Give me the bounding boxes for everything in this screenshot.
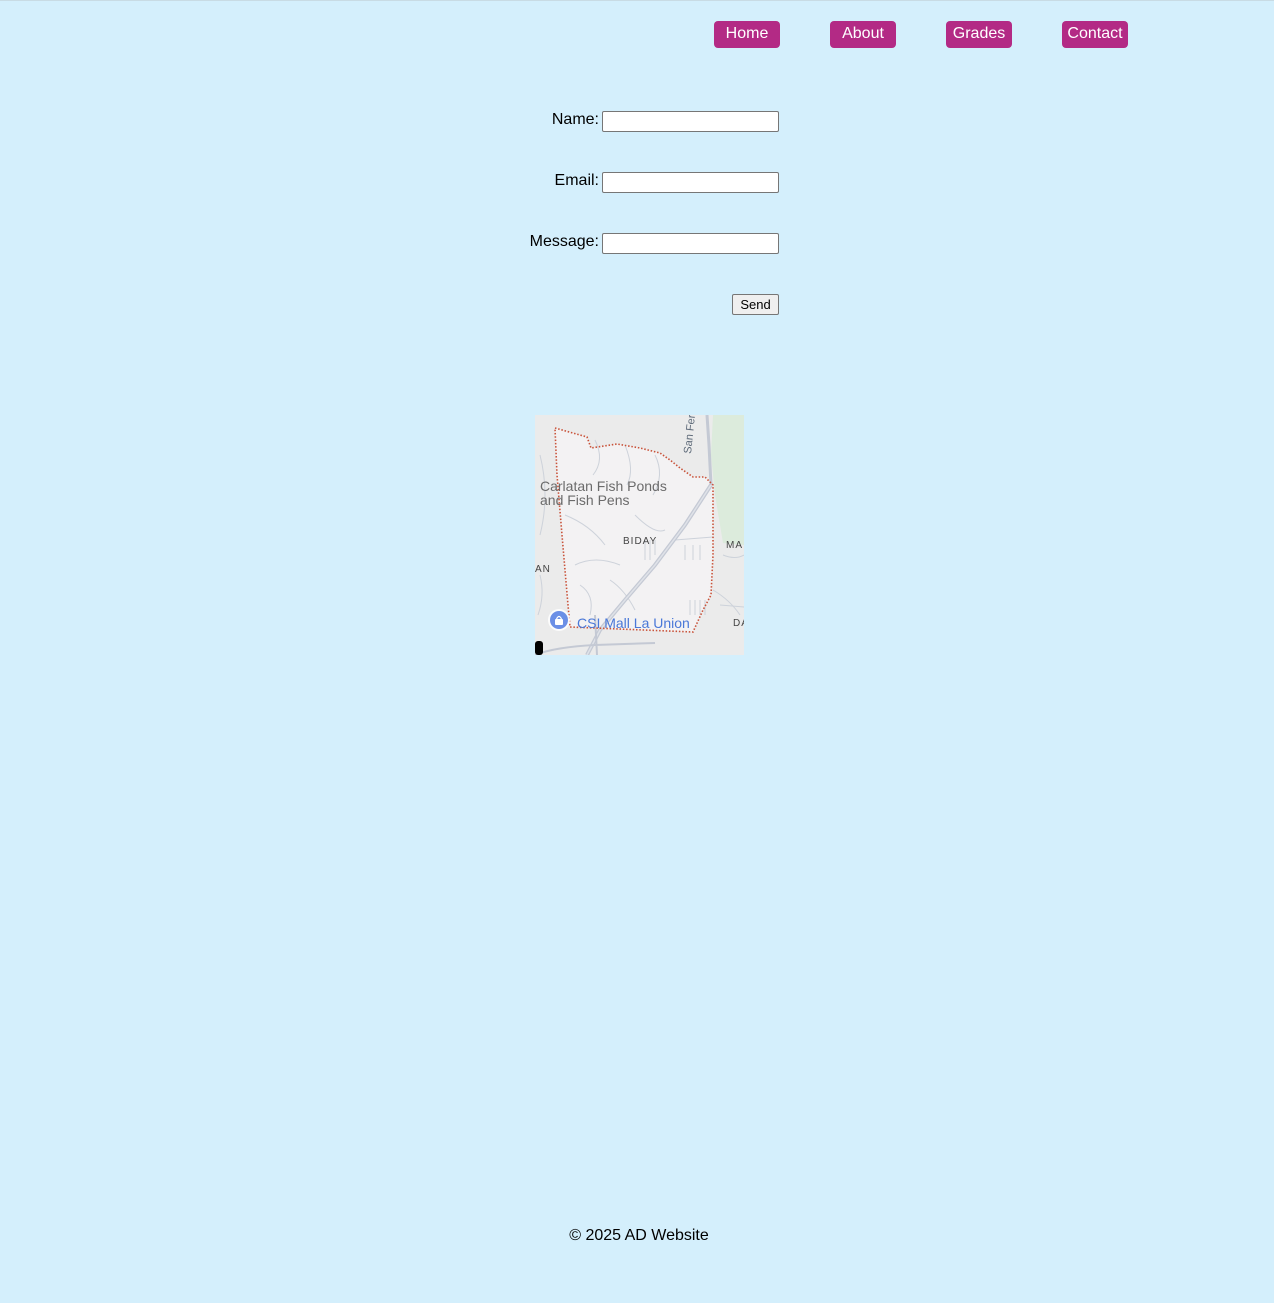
send-button[interactable]: Send — [732, 294, 779, 315]
nav-contact-button[interactable]: Contact — [1062, 21, 1128, 48]
nav-home-button[interactable]: Home — [714, 21, 780, 48]
message-label: Message: — [529, 233, 599, 250]
name-input[interactable] — [602, 111, 779, 132]
message-input[interactable] — [602, 233, 779, 254]
map-label-fish-ponds-line1: Carlatan Fish Ponds — [540, 478, 667, 494]
map-label-right-top: MA — [726, 540, 743, 551]
email-label: Email: — [554, 172, 599, 189]
nav-grades-button[interactable]: Grades — [946, 21, 1012, 48]
footer-text: © 2025 AD Website — [569, 1227, 709, 1244]
email-input[interactable] — [602, 172, 779, 193]
embedded-map[interactable]: Carlatan Fish Ponds and Fish Pens BIDAY … — [535, 415, 744, 655]
map-label-fish-ponds-line2: and Fish Pens — [540, 492, 630, 508]
map-label-right-bottom: DA — [733, 618, 744, 629]
name-label: Name: — [551, 111, 599, 128]
map-label-left-edge: AN — [535, 564, 551, 575]
map-label-barangay: BIDAY — [623, 536, 658, 547]
map-poi-label[interactable]: CSI Mall La Union — [577, 615, 690, 631]
nav-about-button[interactable]: About — [830, 21, 896, 48]
top-border — [0, 0, 1274, 1]
shopping-bag-icon[interactable] — [548, 609, 570, 631]
